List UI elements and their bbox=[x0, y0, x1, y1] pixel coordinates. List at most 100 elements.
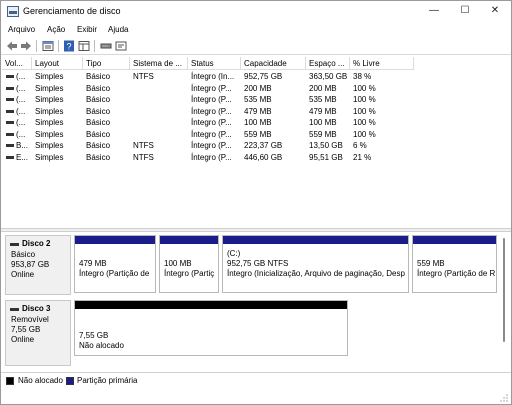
properties-icon[interactable] bbox=[42, 40, 54, 52]
disk-label-3[interactable]: Disco 3 Removível 7,55 GB Online bbox=[5, 300, 71, 366]
help-icon[interactable]: ? bbox=[63, 40, 75, 52]
cell-layout: Simples bbox=[35, 152, 64, 162]
cell-cap: 446,60 GB bbox=[244, 152, 283, 162]
scrollbar-thumb[interactable] bbox=[503, 238, 505, 342]
partition-status: Íntegro (Partição de R bbox=[417, 269, 496, 278]
cell-fs: NTFS bbox=[133, 141, 154, 150]
table-row[interactable]: (... Simples Básico Íntegro (P... 559 MB 559 … bbox=[2, 129, 414, 141]
menu-ajuda[interactable]: Ajuda bbox=[108, 25, 128, 35]
partition-block[interactable]: 7,55 GB Não alocado bbox=[74, 300, 348, 356]
table-row[interactable]: E... Simples Básico NTFS Íntegro (P... 446,60… bbox=[2, 152, 414, 164]
toolbar-separator bbox=[94, 40, 95, 52]
table-row[interactable]: B... Simples Básico NTFS Íntegro (P... 223,37… bbox=[2, 140, 414, 152]
cell-free: 559 MB bbox=[309, 129, 337, 139]
column-header-capacidade[interactable]: Capacidade bbox=[241, 57, 306, 70]
cell-tipo: Básico bbox=[86, 106, 111, 116]
column-header-tipo[interactable]: Tipo bbox=[83, 57, 130, 70]
list-view-icon[interactable] bbox=[78, 40, 90, 52]
toolbar-separator bbox=[58, 40, 59, 52]
legend-unallocated-label: Não alocado bbox=[18, 376, 63, 385]
legend-primary-label: Partição primária bbox=[77, 376, 138, 385]
partition-size: 100 MB bbox=[164, 259, 192, 268]
disk-graph-pane: Disco 2 Básico 953,87 GB Online 479 MB Íntegr… bbox=[2, 232, 510, 370]
toolbar: ? bbox=[1, 37, 511, 55]
cell-status: Íntegro (P... bbox=[191, 83, 232, 93]
cell-fs bbox=[130, 83, 188, 95]
volume-name: (... bbox=[16, 83, 26, 93]
status-bar bbox=[1, 389, 511, 404]
cell-status: Íntegro (P... bbox=[191, 118, 232, 127]
partition-label: (C:) bbox=[227, 249, 241, 258]
cell-free: 479 MB bbox=[309, 106, 337, 116]
column-header-volume[interactable]: Vol... bbox=[2, 57, 32, 70]
partition-size: 479 MB bbox=[79, 259, 107, 268]
partition-status: Não alocado bbox=[79, 341, 124, 350]
table-row[interactable]: (... Simples Básico Íntegro (P... 535 MB 535 … bbox=[2, 94, 414, 106]
resize-grip-icon[interactable] bbox=[500, 394, 508, 402]
partition-block[interactable]: 559 MB Íntegro (Partição de R bbox=[412, 235, 497, 293]
cell-volume: (... bbox=[2, 129, 32, 141]
disk-label-2[interactable]: Disco 2 Básico 953,87 GB Online bbox=[5, 235, 71, 295]
menu-acao[interactable]: Ação bbox=[47, 25, 65, 35]
legend-primary-swatch bbox=[66, 377, 74, 385]
cell-volume: (... bbox=[2, 83, 32, 95]
column-header-layout[interactable]: Layout bbox=[32, 57, 83, 70]
partition-status: Íntegro (Inicialização, Arquivo de pagin… bbox=[227, 269, 405, 278]
minimize-button[interactable]: — bbox=[419, 1, 449, 21]
cell-layout: Simples bbox=[35, 118, 64, 127]
column-header-percent-livre[interactable]: % Livre bbox=[350, 57, 414, 70]
console-icon[interactable] bbox=[115, 40, 127, 52]
close-button[interactable]: ✕ bbox=[480, 1, 510, 21]
partition-block[interactable]: (C:) 952,75 GB NTFS Íntegro (Inicialização… bbox=[222, 235, 409, 293]
column-header-status[interactable]: Status bbox=[188, 57, 241, 70]
forward-arrow-icon[interactable] bbox=[20, 40, 32, 52]
cell-fs: NTFS bbox=[133, 152, 154, 162]
menu-arquivo[interactable]: Arquivo bbox=[8, 25, 35, 35]
table-row[interactable]: (... Simples Básico Íntegro (P... 479 MB 479 … bbox=[2, 106, 414, 118]
cell-volume: (... bbox=[2, 117, 32, 129]
partition-block[interactable]: 479 MB Íntegro (Partição de bbox=[74, 235, 156, 293]
volume-name: (... bbox=[16, 118, 26, 127]
window-title: Gerenciamento de disco bbox=[23, 6, 121, 16]
cell-volume: (... bbox=[2, 106, 32, 118]
volume-name: (... bbox=[16, 106, 26, 116]
partition-color-bar bbox=[160, 236, 218, 244]
cell-cap: 223,37 GB bbox=[244, 141, 283, 150]
volume-icon bbox=[6, 121, 14, 124]
partition-color-bar bbox=[75, 301, 347, 309]
column-header-sistema-arquivos[interactable]: Sistema de ... bbox=[130, 57, 188, 70]
cell-tipo: Básico bbox=[86, 152, 111, 162]
partition-color-bar bbox=[413, 236, 496, 244]
disk-size: 953,87 GB bbox=[11, 260, 50, 269]
table-row[interactable]: (... Simples Básico Íntegro (P... 200 MB 200 … bbox=[2, 83, 414, 95]
cell-tipo: Básico bbox=[86, 83, 111, 93]
volume-name: (... bbox=[16, 129, 26, 139]
table-row[interactable]: (... Simples Básico Íntegro (P... 100 MB 100 … bbox=[2, 117, 414, 129]
partition-size: 559 MB bbox=[417, 259, 445, 268]
cell-status: Íntegro (P... bbox=[191, 95, 232, 104]
cell-free: 535 MB bbox=[309, 95, 337, 104]
column-header-espaco-livre[interactable]: Espaço ... bbox=[306, 57, 350, 70]
cell-tipo: Básico bbox=[86, 118, 111, 127]
cell-pct: 100 % bbox=[353, 83, 376, 93]
title-bar: Gerenciamento de disco — ☐ ✕ bbox=[1, 1, 511, 23]
disk-size: 7,55 GB bbox=[11, 325, 41, 334]
partition-block[interactable]: 100 MB Íntegro (Partiç bbox=[159, 235, 219, 293]
drive-icon[interactable] bbox=[100, 40, 112, 52]
legend: Não alocado Partição primária bbox=[1, 372, 511, 388]
menu-exibir[interactable]: Exibir bbox=[77, 25, 97, 35]
maximize-button[interactable]: ☐ bbox=[450, 1, 480, 21]
cell-layout: Simples bbox=[35, 106, 64, 116]
cell-status: Íntegro (In... bbox=[191, 72, 235, 81]
partition-status: Íntegro (Partição de bbox=[79, 269, 150, 278]
vertical-scrollbar[interactable] bbox=[499, 234, 509, 368]
back-arrow-icon[interactable] bbox=[6, 40, 18, 52]
disk-management-window: Gerenciamento de disco — ☐ ✕ Arquivo Açã… bbox=[0, 0, 512, 405]
cell-tipo: Básico bbox=[86, 72, 111, 81]
cell-layout: Simples bbox=[35, 141, 64, 150]
cell-free: 200 MB bbox=[309, 83, 337, 93]
cell-free: 95,51 GB bbox=[309, 152, 343, 162]
cell-cap: 100 MB bbox=[244, 118, 272, 127]
table-row[interactable]: (... Simples Básico NTFS Íntegro (In... 952,7… bbox=[2, 71, 414, 83]
cell-free: 100 MB bbox=[309, 118, 337, 127]
